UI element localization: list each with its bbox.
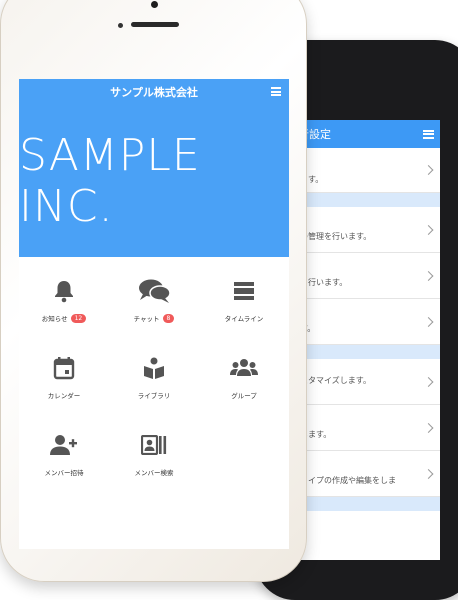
settings-row[interactable]: の管理を行います。 (300, 207, 440, 253)
menu-item-label: ライブラリ (137, 392, 171, 400)
sensor-dot (118, 23, 123, 28)
hero-banner: SAMPLE INC. (19, 104, 289, 257)
settings-row[interactable]: す。 (300, 299, 440, 345)
chevron-right-icon (423, 270, 434, 281)
front-phone-screen: サンプル株式会社 SAMPLE INC. お知らせ 12 チャット 8 タイムラ… (19, 79, 289, 549)
menu-item-member-search[interactable]: メンバー検索 (109, 431, 199, 508)
section-divider (300, 497, 440, 511)
company-name: サンプル株式会社 (110, 85, 198, 99)
chevron-right-icon (423, 165, 434, 175)
group-icon (227, 354, 261, 382)
earpiece-speaker (131, 22, 179, 27)
menu-item-timeline[interactable]: タイムライン (199, 277, 289, 354)
chevron-right-icon (423, 224, 434, 235)
bell-icon (47, 277, 81, 305)
chevron-right-icon (423, 468, 434, 479)
settings-row[interactable]: ます。 (300, 148, 440, 193)
menu-item-label: チャット (133, 315, 160, 323)
settings-row-text: タイプの作成や編集をしま (300, 476, 396, 485)
settings-row[interactable]: スタマイズします。 (300, 359, 440, 405)
menu-item-chat[interactable]: チャット 8 (109, 277, 199, 354)
menu-item-label: メンバー招待 (44, 469, 84, 477)
menu-item-label: タイムライン (224, 315, 264, 323)
hamburger-menu-icon[interactable] (271, 87, 281, 96)
menu-item-label: お知らせ (41, 315, 68, 323)
hero-logo-text: SAMPLE INC. (19, 129, 201, 232)
chat-icon (137, 277, 171, 305)
member-search-icon (137, 431, 171, 459)
settings-row-text: の管理を行います。 (300, 232, 372, 241)
timeline-icon (227, 277, 261, 305)
menu-item-invite-member[interactable]: メンバー招待 (19, 431, 109, 508)
settings-row[interactable]: を行います。 (300, 253, 440, 299)
count-badge: 12 (70, 313, 87, 323)
menu-item-label: グループ (231, 392, 257, 400)
menu-item-label: メンバー検索 (134, 469, 174, 477)
menu-item-label: カレンダー (47, 392, 81, 400)
calendar-icon (47, 354, 81, 382)
count-badge: 8 (162, 313, 175, 323)
menu-grid: お知らせ 12 チャット 8 タイムライン カレンダー ライブラリ グループ メ… (19, 257, 289, 508)
settings-row-text: スタマイズします。 (300, 376, 371, 385)
settings-row[interactable]: します。 (300, 405, 440, 451)
menu-item-notifications[interactable]: お知らせ 12 (19, 277, 109, 354)
chevron-right-icon (423, 422, 434, 433)
library-icon (137, 354, 171, 382)
settings-row-text: を行います。 (300, 278, 348, 287)
app-header: サンプル株式会社 (19, 79, 289, 104)
menu-item-calendar[interactable]: カレンダー (19, 354, 109, 431)
chevron-right-icon (423, 376, 434, 387)
menu-item-library[interactable]: ライブラリ (109, 354, 199, 431)
back-header: 者設定 (300, 120, 440, 148)
back-phone-screen: 者設定 ます。 の管理を行います。 を行います。 す。 スタマイズします。 しま… (300, 120, 440, 560)
menu-item-group[interactable]: グループ (199, 354, 289, 431)
section-divider (300, 345, 440, 359)
hamburger-menu-icon[interactable] (423, 129, 434, 139)
invite-member-icon (47, 431, 81, 459)
section-divider (300, 193, 440, 207)
chevron-right-icon (423, 316, 434, 327)
settings-row[interactable]: タイプの作成や編集をしま (300, 451, 440, 497)
front-camera (151, 1, 158, 8)
